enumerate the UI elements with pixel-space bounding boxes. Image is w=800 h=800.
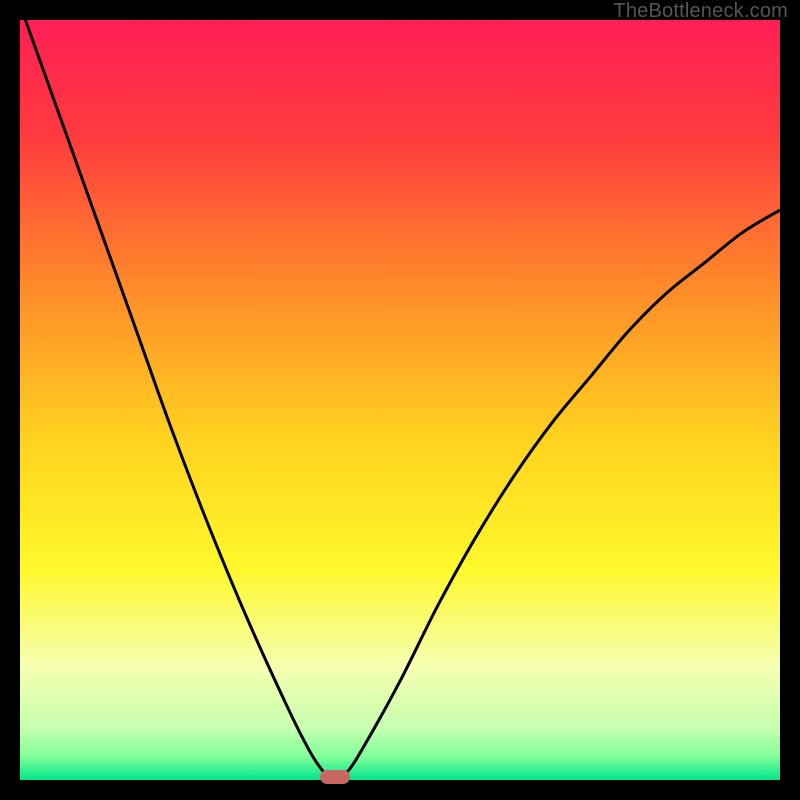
- minimum-marker: [320, 770, 350, 784]
- plot-area: [20, 20, 780, 780]
- chart-container: TheBottleneck.com: [0, 0, 800, 800]
- curve-layer: [20, 20, 780, 780]
- bottleneck-curve: [20, 20, 780, 780]
